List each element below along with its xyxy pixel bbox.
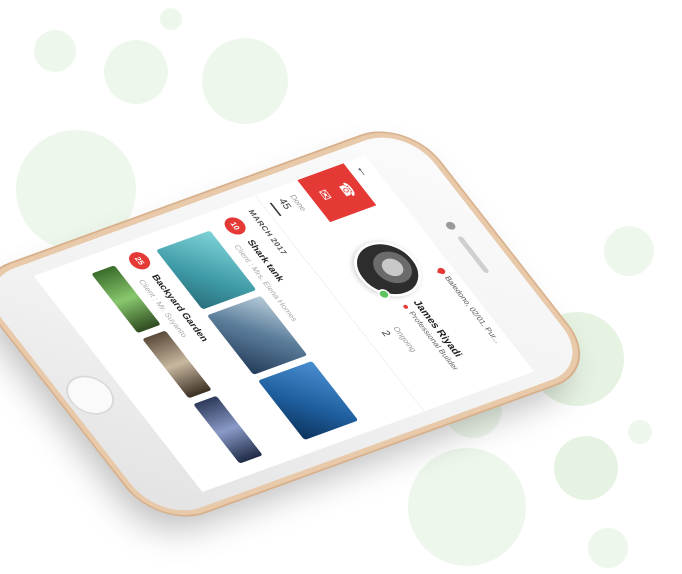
project-photo[interactable]: [206, 295, 308, 375]
earpiece-speaker: [456, 235, 490, 274]
decor-bubble: [628, 420, 652, 444]
project-photo[interactable]: [193, 395, 263, 464]
decor-bubble: [554, 436, 618, 500]
location-text: Baledono, 02/01, Pur...: [442, 275, 503, 345]
location-pin-icon: [437, 266, 446, 276]
decor-bubble: [202, 38, 288, 124]
project-photo[interactable]: [257, 360, 359, 441]
background-stage: ← Baledono, 02/01, Pur... ☎ ✉ James Riya…: [0, 0, 682, 574]
date-badge: 25: [124, 249, 155, 272]
decor-bubble: [408, 448, 526, 566]
mail-icon[interactable]: ✉: [313, 187, 336, 202]
stat-done[interactable]: Done 45: [276, 194, 308, 217]
decor-bubble: [588, 528, 628, 568]
decor-bubble: [604, 226, 654, 276]
date-badge: 10: [220, 214, 250, 238]
decor-bubble: [34, 30, 76, 72]
decor-bubble: [160, 8, 182, 30]
phone-icon[interactable]: ☎: [333, 180, 360, 200]
front-camera: [444, 220, 458, 231]
decor-bubble: [104, 40, 168, 104]
stat-ongoing[interactable]: Ongoing 2: [379, 326, 418, 358]
